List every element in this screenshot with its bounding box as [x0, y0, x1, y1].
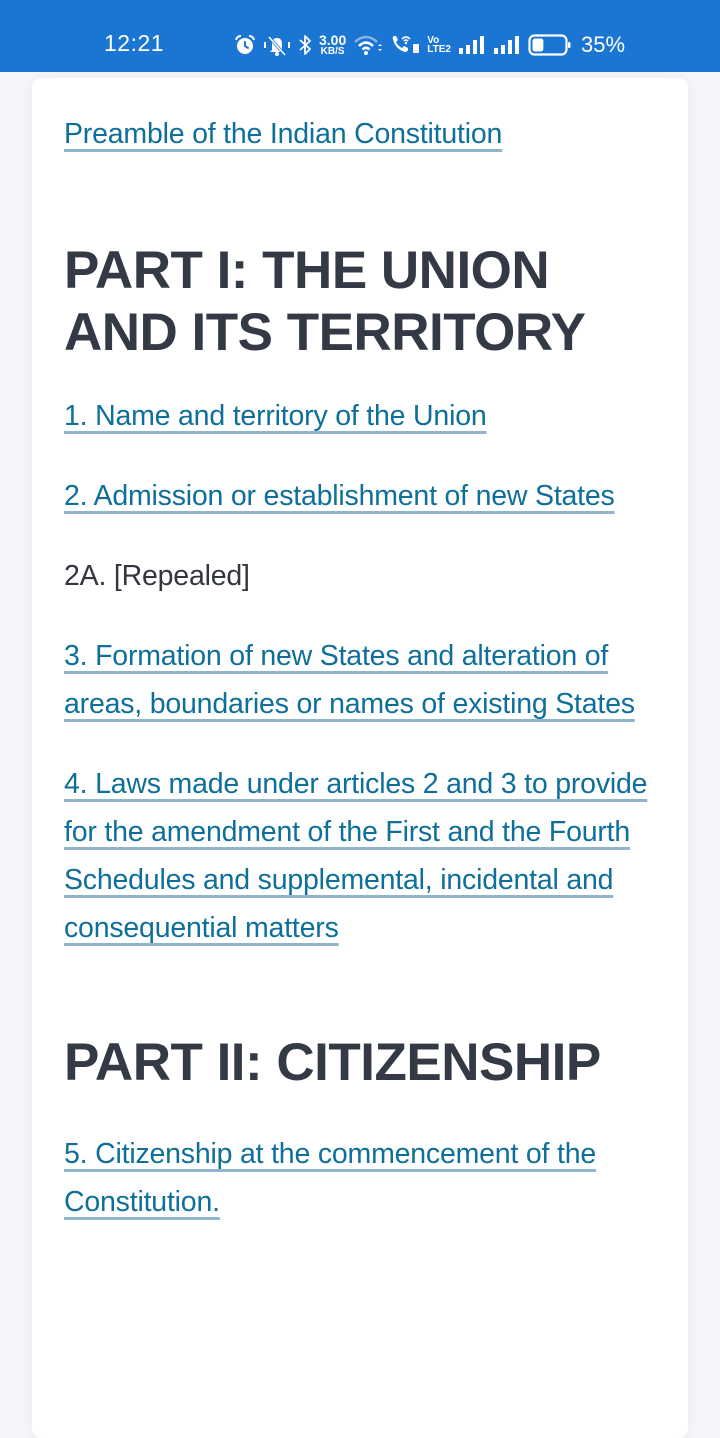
article-link[interactable]: 4. Laws made under articles 2 and 3 to p… [64, 760, 656, 952]
article-repealed: 2A. [Repealed] [64, 560, 250, 592]
signal-icon-sim2 [493, 34, 521, 56]
net-speed-value: 3.00 [319, 32, 347, 48]
article-link[interactable]: 1. Name and territory of the Union [64, 392, 656, 440]
mute-vibrate-icon [263, 34, 291, 56]
signal-icon-sim1 [458, 34, 486, 56]
battery-percent: 35% [580, 32, 626, 57]
content-card: Preamble of the Indian Constitution PART… [32, 78, 688, 1438]
status-bar: 12:21 3.00 KB/S Vo LTE2 35% [0, 0, 720, 72]
battery-icon [528, 33, 572, 57]
status-time: 12:21 [104, 30, 165, 56]
article-link[interactable]: 5. Citizenship at the commencement of th… [64, 1130, 656, 1226]
battery-fill [532, 38, 544, 52]
article-link[interactable]: 2. Admission or establishment of new Sta… [64, 472, 656, 520]
bluetooth-icon [298, 34, 312, 56]
article-link[interactable]: 3. Formation of new States and alteratio… [64, 632, 656, 728]
volte-bottom: LTE2 [427, 44, 451, 55]
wifi-icon [353, 34, 383, 56]
net-speed-unit: KB/S [320, 46, 345, 57]
preamble-link[interactable]: Preamble of the Indian Constitution [64, 110, 656, 158]
part-heading: PART II: CITIZENSHIP [64, 1033, 601, 1092]
volte-icon: Vo LTE2 [427, 35, 451, 55]
wifi-calling-icon [390, 34, 420, 56]
net-speed: 3.00 KB/S [319, 33, 346, 57]
part-heading: PART I: THE UNION AND ITS TERRITORY [64, 241, 586, 362]
alarm-icon [234, 34, 256, 56]
status-icons: 3.00 KB/S Vo LTE2 35% [234, 30, 625, 60]
